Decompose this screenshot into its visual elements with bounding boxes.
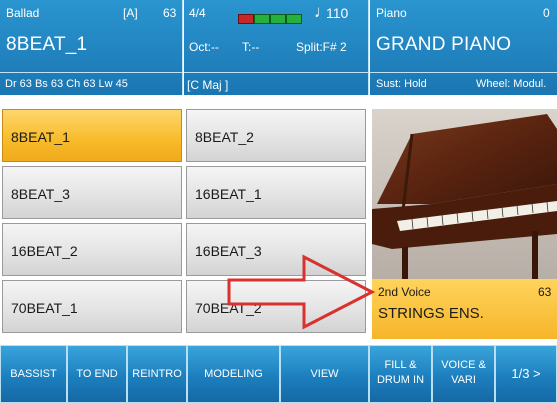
red-arrow-icon [227,254,376,330]
view-button[interactable]: VIEW [280,345,369,403]
modeling-button[interactable]: MODELING [187,345,280,403]
to-end-button[interactable]: TO END [67,345,127,403]
voice-label: Piano [376,6,407,20]
bottom-button-bar: BASSIST TO END REINTRO MODELING VIEW FIL… [0,345,557,403]
wheel-setting: Wheel: Modul. [476,78,547,90]
style-cell-70beat-1[interactable]: 70BEAT_1 [2,280,182,333]
voice-vari-button[interactable]: VOICE & VARI [432,345,495,403]
style-name: 8BEAT_1 [6,34,88,55]
second-voice-value: 63 [538,285,552,299]
song-info-panel: 4/4 ♩ 110 Oct:-- T:-- Split:F# 2 [C Maj … [184,0,369,95]
voice-info-panel[interactable]: Piano 0 GRAND PIANO Sust: Hold Wheel: Mo… [370,0,557,95]
style-mode: [A] [123,6,138,20]
style-cell-16beat-2[interactable]: 16BEAT_2 [2,223,182,276]
divider [370,72,557,73]
reintro-button[interactable]: REINTRO [127,345,187,403]
split-point: Split:F# 2 [296,40,347,54]
octave-value: Oct:-- [189,40,219,54]
style-mix-info: Dr 63 Bs 63 Ch 63 Lw 45 [5,78,128,90]
divider [0,72,182,73]
grand-piano-image [372,109,557,279]
fill-drum-in-button[interactable]: FILL & DRUM IN [369,345,432,403]
beat-indicator-3 [270,14,286,24]
chord-display: [C Maj ] [187,78,229,92]
style-info-panel[interactable]: Ballad [A] 63 8BEAT_1 Dr 63 Bs 63 Ch 63 … [0,0,183,95]
sustain-setting: Sust: Hold [376,78,427,90]
second-voice-label: 2nd Voice [378,285,431,299]
beat-indicator-2 [254,14,270,24]
style-cell-16beat-1[interactable]: 16BEAT_1 [186,166,366,219]
beat-indicator-1 [238,14,254,24]
bassist-button[interactable]: BASSIST [0,345,67,403]
second-voice-name: STRINGS ENS. [378,305,484,322]
divider [184,72,368,73]
time-signature: 4/4 [189,6,206,20]
arranger-screen: Ballad [A] 63 8BEAT_1 Dr 63 Bs 63 Ch 63 … [0,0,557,403]
style-cell-8beat-1[interactable]: 8BEAT_1 [2,109,182,162]
transpose-value: T:-- [242,40,260,54]
beat-indicator-4 [286,14,302,24]
next-page-button[interactable]: 1/3 > [495,345,557,403]
voice-image[interactable] [372,109,557,279]
style-value: 63 [163,6,177,20]
second-voice-panel[interactable]: 2nd Voice 63 STRINGS ENS. [372,279,557,339]
tempo-value: 110 [326,5,349,21]
voice-name: GRAND PIANO [376,34,512,55]
voice-value: 0 [543,6,550,20]
style-category: Ballad [6,6,40,20]
style-cell-8beat-3[interactable]: 8BEAT_3 [2,166,182,219]
style-cell-8beat-2[interactable]: 8BEAT_2 [186,109,366,162]
